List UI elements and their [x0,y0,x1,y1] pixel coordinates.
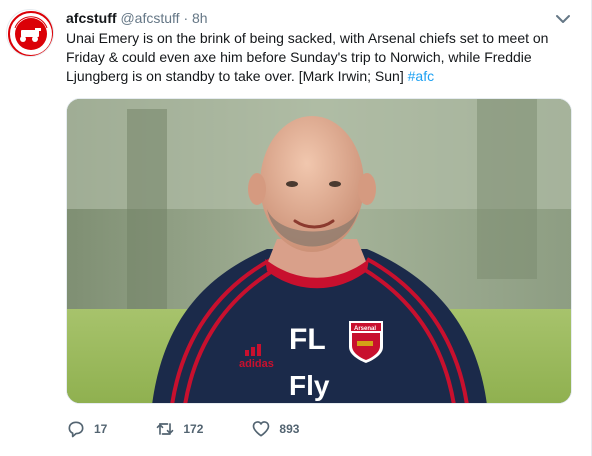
tweet-text: Unai Emery is on the brink of being sack… [66,29,566,86]
afcstuff-logo [8,11,53,56]
like-button[interactable]: 893 [251,419,299,439]
tweet-actions: 17 172 893 [66,418,347,440]
tweet-image[interactable]: adidas FL Arsenal Fly [66,98,572,404]
photo-freddie-ljungberg: adidas FL Arsenal Fly [67,99,571,403]
crest-text: Arsenal [354,326,376,332]
reply-count: 17 [94,422,108,436]
tweet-header: afcstuff @afcstuff · 8h [66,9,208,27]
hashtag-link[interactable]: #afc [408,68,434,84]
author-name[interactable]: afcstuff [66,10,117,26]
timestamp[interactable]: 8h [192,10,208,26]
reply-icon [68,421,84,438]
separator: · [183,10,189,26]
tweet[interactable]: afcstuff @afcstuff · 8h Unai Emery is on… [0,0,592,456]
brand-label: adidas [239,358,274,370]
jersey-initials: FL [289,323,326,356]
author-handle[interactable]: @afcstuff [120,10,179,26]
avatar[interactable] [6,9,54,57]
tweet-text-body: Unai Emery is on the brink of being sack… [66,30,549,84]
retweet-button[interactable]: 172 [155,419,203,439]
retweet-count: 172 [183,422,204,436]
chevron-down-icon[interactable] [555,12,571,24]
like-count: 893 [279,422,300,436]
reply-button[interactable]: 17 [66,419,107,439]
retweet-icon [157,423,174,435]
jersey-sponsor: Fly [289,370,330,401]
heart-icon [253,421,270,437]
